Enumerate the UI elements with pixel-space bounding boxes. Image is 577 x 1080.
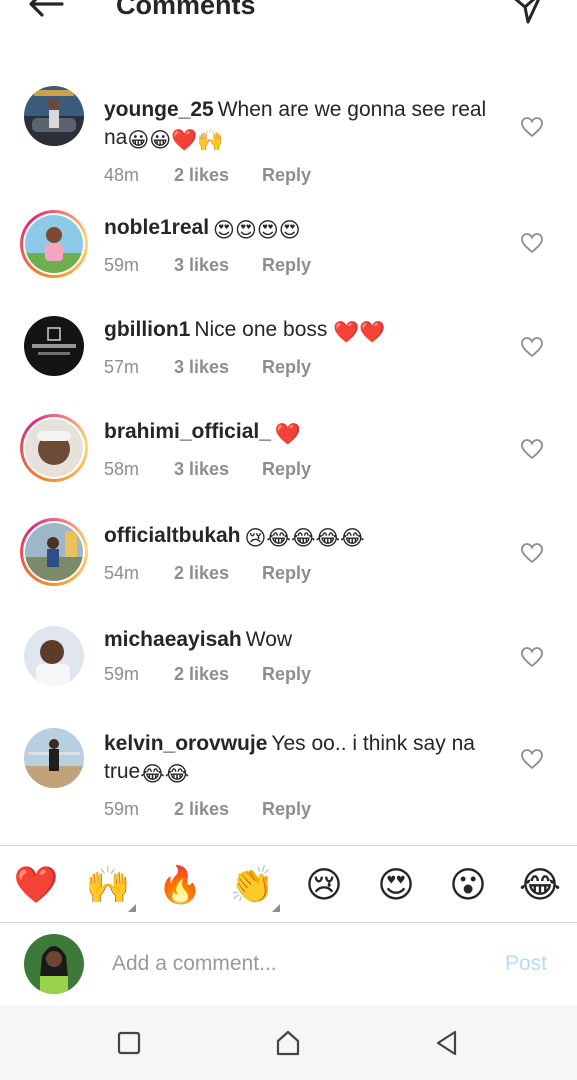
comment-body: noble1real 😍😍😍😍 59m 3 likes Reply <box>104 214 509 276</box>
direct-send-icon[interactable] <box>506 0 546 26</box>
arrow-left-icon[interactable] <box>26 0 66 24</box>
like-heart-icon[interactable] <box>520 542 544 564</box>
comment-username[interactable]: younge_25 <box>104 98 214 121</box>
avatar[interactable] <box>20 210 88 278</box>
comment-body: officialtbukah 😢😂😂😂😂 54m 2 likes Reply <box>104 522 509 584</box>
skin-tone-indicator-icon <box>272 904 280 912</box>
comment-likes[interactable]: 2 likes <box>174 664 262 685</box>
comment-item: noble1real 😍😍😍😍 59m 3 likes Reply <box>0 208 577 288</box>
like-heart-icon[interactable] <box>520 438 544 460</box>
avatar <box>24 934 84 994</box>
reply-button[interactable]: Reply <box>262 563 311 584</box>
like-heart-icon[interactable] <box>520 748 544 770</box>
reply-button[interactable]: Reply <box>262 664 311 685</box>
quick-emoji-tears-of-joy[interactable]: 😂 <box>516 864 564 908</box>
comment-likes[interactable]: 3 likes <box>174 255 262 276</box>
comment-time: 54m <box>104 563 140 583</box>
post-button[interactable]: Post <box>505 952 547 976</box>
quick-emoji-clapping-hands[interactable]: 👏 <box>228 864 276 908</box>
quick-emoji-fire[interactable]: 🔥 <box>156 864 204 908</box>
quick-emoji-red-heart[interactable]: ❤️ <box>12 864 60 908</box>
comment-text: Nice one boss <box>194 318 328 341</box>
add-comment-bar: Post <box>0 924 577 1006</box>
comment-item: kelvin_orovwuje Yes oo.. i think say na t… <box>0 724 577 824</box>
avatar[interactable] <box>20 518 88 586</box>
comment-emoji: 😢😂😂😂😂 <box>244 527 365 550</box>
comment-likes[interactable]: 3 likes <box>174 357 262 378</box>
like-heart-icon[interactable] <box>520 232 544 254</box>
avatar[interactable] <box>24 86 84 146</box>
comment-emoji: 😂😂 <box>140 763 190 786</box>
comment-input[interactable] <box>112 946 472 982</box>
header: Comments <box>0 0 577 40</box>
avatar[interactable] <box>20 414 88 482</box>
comment-emoji: 😍😍😍😍 <box>213 219 301 242</box>
back-triangle-icon[interactable] <box>432 1028 462 1058</box>
comment-time: 57m <box>104 357 140 377</box>
comment-emoji: 😀😀❤️🙌 <box>127 129 224 152</box>
page-title: Comments <box>116 0 256 20</box>
like-heart-icon[interactable] <box>520 336 544 358</box>
comment-body: younge_25 When are we gonna see real na😀😀… <box>104 96 509 186</box>
system-nav-bar <box>0 1006 577 1080</box>
quick-emoji-bar: ❤️ 🙌 🔥 👏 😢 😍 😮 😂 <box>0 845 577 923</box>
comment-likes[interactable]: 2 likes <box>174 799 262 820</box>
quick-emoji-crying-face[interactable]: 😢 <box>300 864 348 908</box>
comment-username[interactable]: kelvin_orovwuje <box>104 732 267 755</box>
avatar[interactable] <box>24 626 84 686</box>
comment-time: 58m <box>104 459 140 479</box>
skin-tone-indicator-icon <box>128 904 136 912</box>
recents-square-icon[interactable] <box>114 1028 144 1058</box>
comment-item: brahimi_official_ ❤️ 58m 3 likes Reply <box>0 412 577 492</box>
comment-likes[interactable]: 2 likes <box>174 563 262 584</box>
quick-emoji-raising-hands[interactable]: 🙌 <box>84 864 132 908</box>
comment-body: gbillion1 Nice one boss ❤️❤️ 57m 3 likes … <box>104 316 509 378</box>
home-icon[interactable] <box>273 1028 303 1058</box>
comment-item: gbillion1 Nice one boss ❤️❤️ 57m 3 likes … <box>0 310 577 390</box>
comment-time: 59m <box>104 664 140 684</box>
comment-item: younge_25 When are we gonna see real na😀😀… <box>0 84 577 186</box>
comment-text: Wow <box>245 628 293 651</box>
like-heart-icon[interactable] <box>520 646 544 668</box>
comment-emoji: ❤️❤️ <box>333 321 386 344</box>
reply-button[interactable]: Reply <box>262 165 311 186</box>
comment-item: michaeayisah Wow 59m 2 likes Reply <box>0 620 577 700</box>
comment-username[interactable]: michaeayisah <box>104 628 242 651</box>
comment-time: 48m <box>104 165 140 185</box>
like-heart-icon[interactable] <box>520 116 544 138</box>
comment-body: brahimi_official_ ❤️ 58m 3 likes Reply <box>104 418 509 480</box>
comment-body: kelvin_orovwuje Yes oo.. i think say na t… <box>104 730 509 820</box>
comment-body: michaeayisah Wow 59m 2 likes Reply <box>104 626 509 685</box>
comment-likes[interactable]: 2 likes <box>174 165 262 186</box>
quick-emoji-open-mouth[interactable]: 😮 <box>444 864 492 908</box>
comment-time: 59m <box>104 799 140 819</box>
reply-button[interactable]: Reply <box>262 459 311 480</box>
comment-username[interactable]: noble1real <box>104 216 209 239</box>
comment-username[interactable]: brahimi_official_ <box>104 420 271 443</box>
comment-username[interactable]: gbillion1 <box>104 318 190 341</box>
comment-time: 59m <box>104 255 140 275</box>
reply-button[interactable]: Reply <box>262 357 311 378</box>
quick-emoji-heart-eyes[interactable]: 😍 <box>372 864 420 908</box>
comment-emoji: ❤️ <box>274 423 302 446</box>
comment-username[interactable]: officialtbukah <box>104 524 241 547</box>
reply-button[interactable]: Reply <box>262 255 311 276</box>
comment-item: officialtbukah 😢😂😂😂😂 54m 2 likes Reply <box>0 516 577 596</box>
comment-likes[interactable]: 3 likes <box>174 459 262 480</box>
avatar[interactable] <box>24 728 84 788</box>
reply-button[interactable]: Reply <box>262 799 311 820</box>
avatar[interactable] <box>24 316 84 376</box>
